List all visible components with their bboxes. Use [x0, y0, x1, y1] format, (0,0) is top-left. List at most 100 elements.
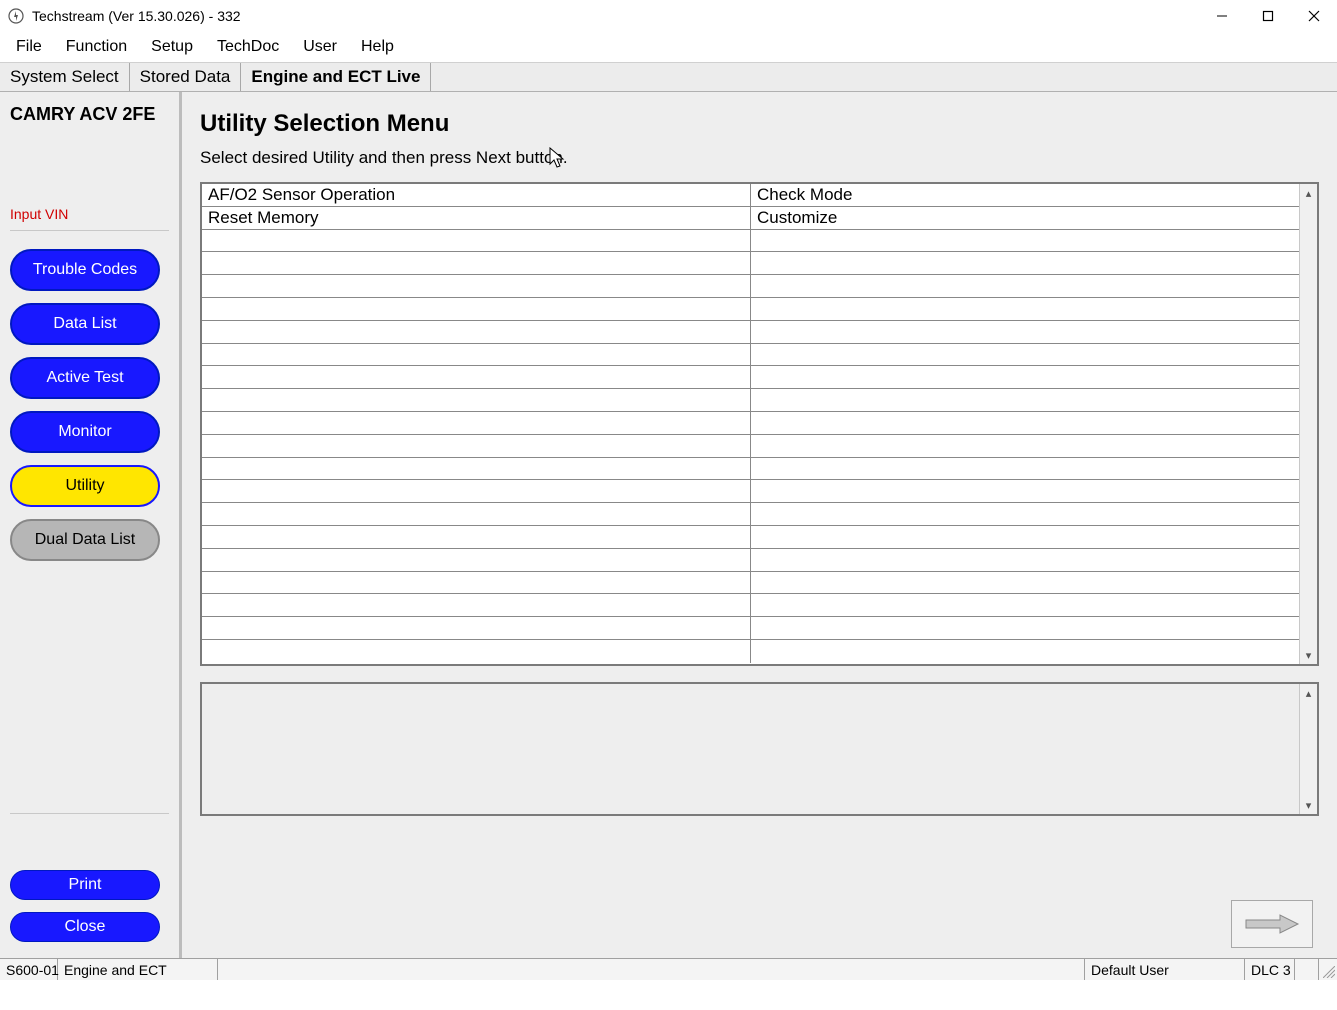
- table-cell[interactable]: [202, 480, 751, 502]
- table-cell[interactable]: [751, 275, 1299, 297]
- table-cell[interactable]: [202, 298, 751, 320]
- menu-function[interactable]: Function: [54, 34, 139, 60]
- input-vin-label[interactable]: Input VIN: [10, 206, 169, 231]
- scroll-up-icon[interactable]: ▴: [1300, 184, 1317, 202]
- table-cell[interactable]: Check Mode: [751, 184, 1299, 206]
- table-row[interactable]: [202, 321, 1299, 344]
- table-cell[interactable]: [202, 435, 751, 457]
- description-scrollbar[interactable]: ▴ ▾: [1299, 684, 1317, 814]
- table-cell[interactable]: [202, 230, 751, 252]
- table-cell[interactable]: [751, 366, 1299, 388]
- menu-file[interactable]: File: [4, 34, 54, 60]
- data-list-button[interactable]: Data List: [10, 303, 160, 345]
- menu-user[interactable]: User: [291, 34, 349, 60]
- table-row[interactable]: [202, 549, 1299, 572]
- menu-help[interactable]: Help: [349, 34, 406, 60]
- table-cell[interactable]: Customize: [751, 207, 1299, 229]
- scroll-up-icon[interactable]: ▴: [1300, 684, 1317, 702]
- table-cell[interactable]: [202, 275, 751, 297]
- table-cell[interactable]: [202, 458, 751, 480]
- status-user: Default User: [1085, 959, 1245, 980]
- table-cell[interactable]: Reset Memory: [202, 207, 751, 229]
- table-cell[interactable]: [751, 298, 1299, 320]
- table-cell[interactable]: [751, 549, 1299, 571]
- table-cell[interactable]: [202, 366, 751, 388]
- table-cell[interactable]: [202, 572, 751, 594]
- tab-system-select[interactable]: System Select: [0, 63, 130, 91]
- menu-techdoc[interactable]: TechDoc: [205, 34, 291, 60]
- table-row[interactable]: [202, 275, 1299, 298]
- table-cell[interactable]: [202, 594, 751, 616]
- table-row[interactable]: [202, 435, 1299, 458]
- table-cell[interactable]: [751, 230, 1299, 252]
- table-row[interactable]: Reset MemoryCustomize: [202, 207, 1299, 230]
- vehicle-label: CAMRY ACV 2FE: [10, 104, 169, 126]
- table-cell[interactable]: [751, 640, 1299, 663]
- print-button[interactable]: Print: [10, 870, 160, 900]
- status-system: Engine and ECT: [58, 959, 218, 980]
- dual-data-list-button[interactable]: Dual Data List: [10, 519, 160, 561]
- table-cell[interactable]: [202, 412, 751, 434]
- table-cell[interactable]: [751, 503, 1299, 525]
- table-row[interactable]: [202, 480, 1299, 503]
- table-cell[interactable]: [202, 344, 751, 366]
- table-cell[interactable]: [202, 389, 751, 411]
- table-cell[interactable]: [202, 640, 751, 663]
- table-row[interactable]: [202, 252, 1299, 275]
- table-row[interactable]: [202, 412, 1299, 435]
- window-controls: [1199, 0, 1337, 32]
- menu-setup[interactable]: Setup: [139, 34, 205, 60]
- table-row[interactable]: [202, 344, 1299, 367]
- table-cell[interactable]: [751, 252, 1299, 274]
- resize-grip-icon[interactable]: [1319, 959, 1337, 980]
- table-row[interactable]: [202, 617, 1299, 640]
- statusbar: S600-01 Engine and ECT Default User DLC …: [0, 958, 1337, 980]
- table-cell[interactable]: [751, 617, 1299, 639]
- utility-button[interactable]: Utility: [10, 465, 160, 507]
- active-test-button[interactable]: Active Test: [10, 357, 160, 399]
- table-cell[interactable]: [751, 526, 1299, 548]
- close-button[interactable]: [1291, 0, 1337, 32]
- maximize-button[interactable]: [1245, 0, 1291, 32]
- table-cell[interactable]: [751, 594, 1299, 616]
- trouble-codes-button[interactable]: Trouble Codes: [10, 249, 160, 291]
- tab-engine-ect-live[interactable]: Engine and ECT Live: [241, 63, 431, 91]
- table-cell[interactable]: [751, 480, 1299, 502]
- table-row[interactable]: [202, 230, 1299, 253]
- table-cell[interactable]: [202, 617, 751, 639]
- table-cell[interactable]: [202, 252, 751, 274]
- table-cell[interactable]: [202, 321, 751, 343]
- monitor-button[interactable]: Monitor: [10, 411, 160, 453]
- table-row[interactable]: [202, 640, 1299, 663]
- table-cell[interactable]: [202, 503, 751, 525]
- table-row[interactable]: [202, 503, 1299, 526]
- table-row[interactable]: [202, 366, 1299, 389]
- table-cell[interactable]: [751, 389, 1299, 411]
- table-row[interactable]: [202, 594, 1299, 617]
- tab-stored-data[interactable]: Stored Data: [130, 63, 242, 91]
- table-row[interactable]: [202, 389, 1299, 412]
- table-row[interactable]: [202, 526, 1299, 549]
- table-row[interactable]: [202, 572, 1299, 595]
- table-row[interactable]: [202, 458, 1299, 481]
- table-row[interactable]: [202, 298, 1299, 321]
- table-cell[interactable]: [751, 572, 1299, 594]
- scroll-down-icon[interactable]: ▾: [1300, 796, 1317, 814]
- table-cell[interactable]: [202, 526, 751, 548]
- table-scrollbar[interactable]: ▴ ▾: [1299, 184, 1317, 664]
- table-row[interactable]: AF/O2 Sensor OperationCheck Mode: [202, 184, 1299, 207]
- table-cell[interactable]: [751, 344, 1299, 366]
- minimize-button[interactable]: [1199, 0, 1245, 32]
- table-cell[interactable]: [751, 412, 1299, 434]
- table-cell[interactable]: [202, 549, 751, 571]
- table-cell[interactable]: AF/O2 Sensor Operation: [202, 184, 751, 206]
- menubar: File Function Setup TechDoc User Help: [0, 32, 1337, 62]
- next-button[interactable]: [1231, 900, 1313, 948]
- titlebar: Techstream (Ver 15.30.026) - 332: [0, 0, 1337, 32]
- close-app-button[interactable]: Close: [10, 912, 160, 942]
- scroll-down-icon[interactable]: ▾: [1300, 646, 1317, 664]
- status-dlc: DLC 3: [1245, 959, 1295, 980]
- table-cell[interactable]: [751, 458, 1299, 480]
- table-cell[interactable]: [751, 321, 1299, 343]
- table-cell[interactable]: [751, 435, 1299, 457]
